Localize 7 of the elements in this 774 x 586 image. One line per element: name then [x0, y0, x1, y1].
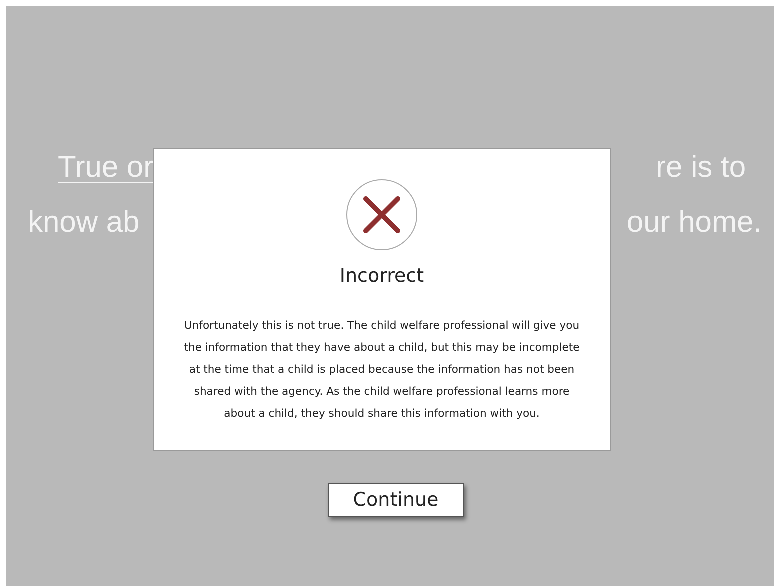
- dialog-title: Incorrect: [340, 265, 424, 287]
- continue-button[interactable]: Continue: [328, 483, 464, 517]
- question-text: know ab: [28, 206, 140, 240]
- question-text: our home.: [626, 206, 762, 240]
- feedback-message: Unfortunately this is not true. The child welfare professional will give you the information that they have about a child, but this may be incomplete at the time that a child is placed because the information has not been shared with the agency. As the child welfare professional learns more about a child, they should share this information with you.: [183, 318, 581, 422]
- question-text: True or: [58, 150, 154, 184]
- question-text: re is to: [656, 150, 746, 184]
